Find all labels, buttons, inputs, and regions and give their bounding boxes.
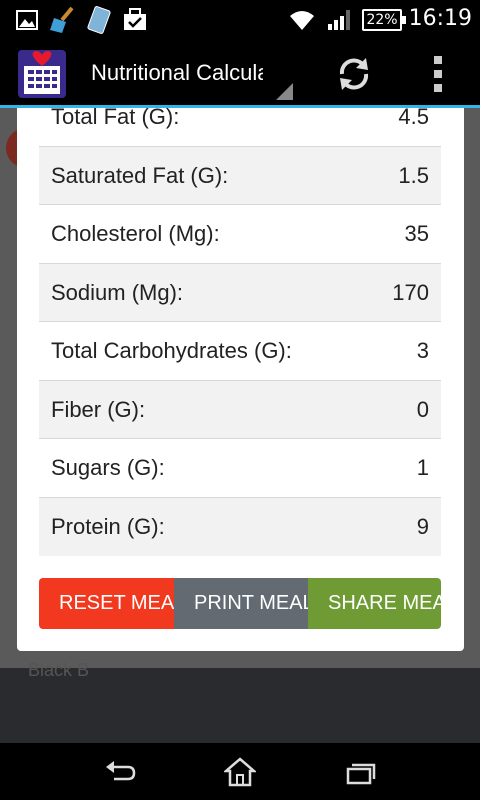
nutrition-row: Total Fat (G): 4.5 bbox=[39, 108, 441, 147]
cleaner-icon bbox=[50, 6, 74, 33]
nutrition-dialog: Total Fat (G): 4.5 Saturated Fat (G): 1.… bbox=[17, 108, 464, 651]
nutrient-label: Total Carbohydrates (G): bbox=[51, 338, 292, 363]
nutrient-label: Sodium (Mg): bbox=[51, 279, 184, 305]
nutrient-value: 0 bbox=[416, 396, 429, 422]
navigation-bar bbox=[0, 743, 480, 800]
nutrition-row: Cholesterol (Mg): 35 bbox=[39, 205, 441, 264]
status-bar: 22% 16:19 bbox=[0, 0, 480, 40]
action-bar: Nutritional Calculator bbox=[0, 40, 480, 108]
battery-percent: 22% bbox=[366, 12, 398, 28]
nutrient-value: 4.5 bbox=[398, 108, 429, 129]
nutrient-label: Protein (G): bbox=[51, 513, 165, 539]
nutrition-row: Total Carbohydrates (G): 3 bbox=[39, 322, 441, 381]
reset-meal-button[interactable]: RESET MEAL bbox=[39, 578, 174, 629]
briefcase-check-icon bbox=[124, 8, 146, 30]
nutrition-row: Sodium (Mg): 170 bbox=[39, 263, 441, 322]
nutrient-value: 35 bbox=[404, 221, 429, 246]
nutrition-list: Total Fat (G): 4.5 Saturated Fat (G): 1.… bbox=[39, 108, 441, 556]
refresh-icon[interactable] bbox=[334, 54, 374, 94]
background-label: Black B bbox=[28, 660, 90, 680]
signal-icon bbox=[328, 10, 350, 30]
meal-action-bar: RESET MEAL PRINT MEAL SHARE MEAL bbox=[39, 578, 441, 629]
battery-icon: 22% bbox=[362, 9, 406, 31]
back-icon[interactable] bbox=[104, 759, 136, 787]
nutrient-label: Total Fat (G): bbox=[51, 108, 180, 129]
clock: 16:19 bbox=[408, 6, 472, 31]
nutrient-value: 1 bbox=[416, 455, 429, 480]
sim-card-icon bbox=[87, 6, 111, 34]
app-title[interactable]: Nutritional Calculator bbox=[91, 60, 263, 86]
screen: 22% 16:19 Nutritional Calculator B bbox=[0, 0, 480, 800]
nutrient-label: Saturated Fat (G): bbox=[51, 162, 229, 188]
overflow-menu-icon[interactable] bbox=[430, 56, 446, 96]
nutrient-value: 9 bbox=[416, 513, 429, 539]
gallery-icon bbox=[16, 10, 38, 30]
print-meal-button[interactable]: PRINT MEAL bbox=[174, 578, 308, 629]
home-icon[interactable] bbox=[224, 757, 256, 787]
nutrition-row: Fiber (G): 0 bbox=[39, 380, 441, 439]
spinner-indicator-icon bbox=[276, 83, 293, 100]
nutrient-value: 3 bbox=[416, 338, 429, 363]
nutrient-label: Cholesterol (Mg): bbox=[51, 221, 220, 246]
nutrient-label: Sugars (G): bbox=[51, 455, 165, 480]
wifi-icon bbox=[290, 11, 314, 30]
nutrition-row: Sugars (G): 1 bbox=[39, 439, 441, 498]
nutrient-value: 1.5 bbox=[398, 162, 429, 188]
nutrient-value: 170 bbox=[392, 279, 429, 305]
recent-apps-icon[interactable] bbox=[344, 761, 376, 785]
nutrition-row: Saturated Fat (G): 1.5 bbox=[39, 146, 441, 205]
share-meal-button[interactable]: SHARE MEAL bbox=[308, 578, 441, 629]
app-logo-icon[interactable] bbox=[18, 50, 66, 98]
nutrient-label: Fiber (G): bbox=[51, 396, 146, 422]
nutrition-row: Protein (G): 9 bbox=[39, 497, 441, 556]
